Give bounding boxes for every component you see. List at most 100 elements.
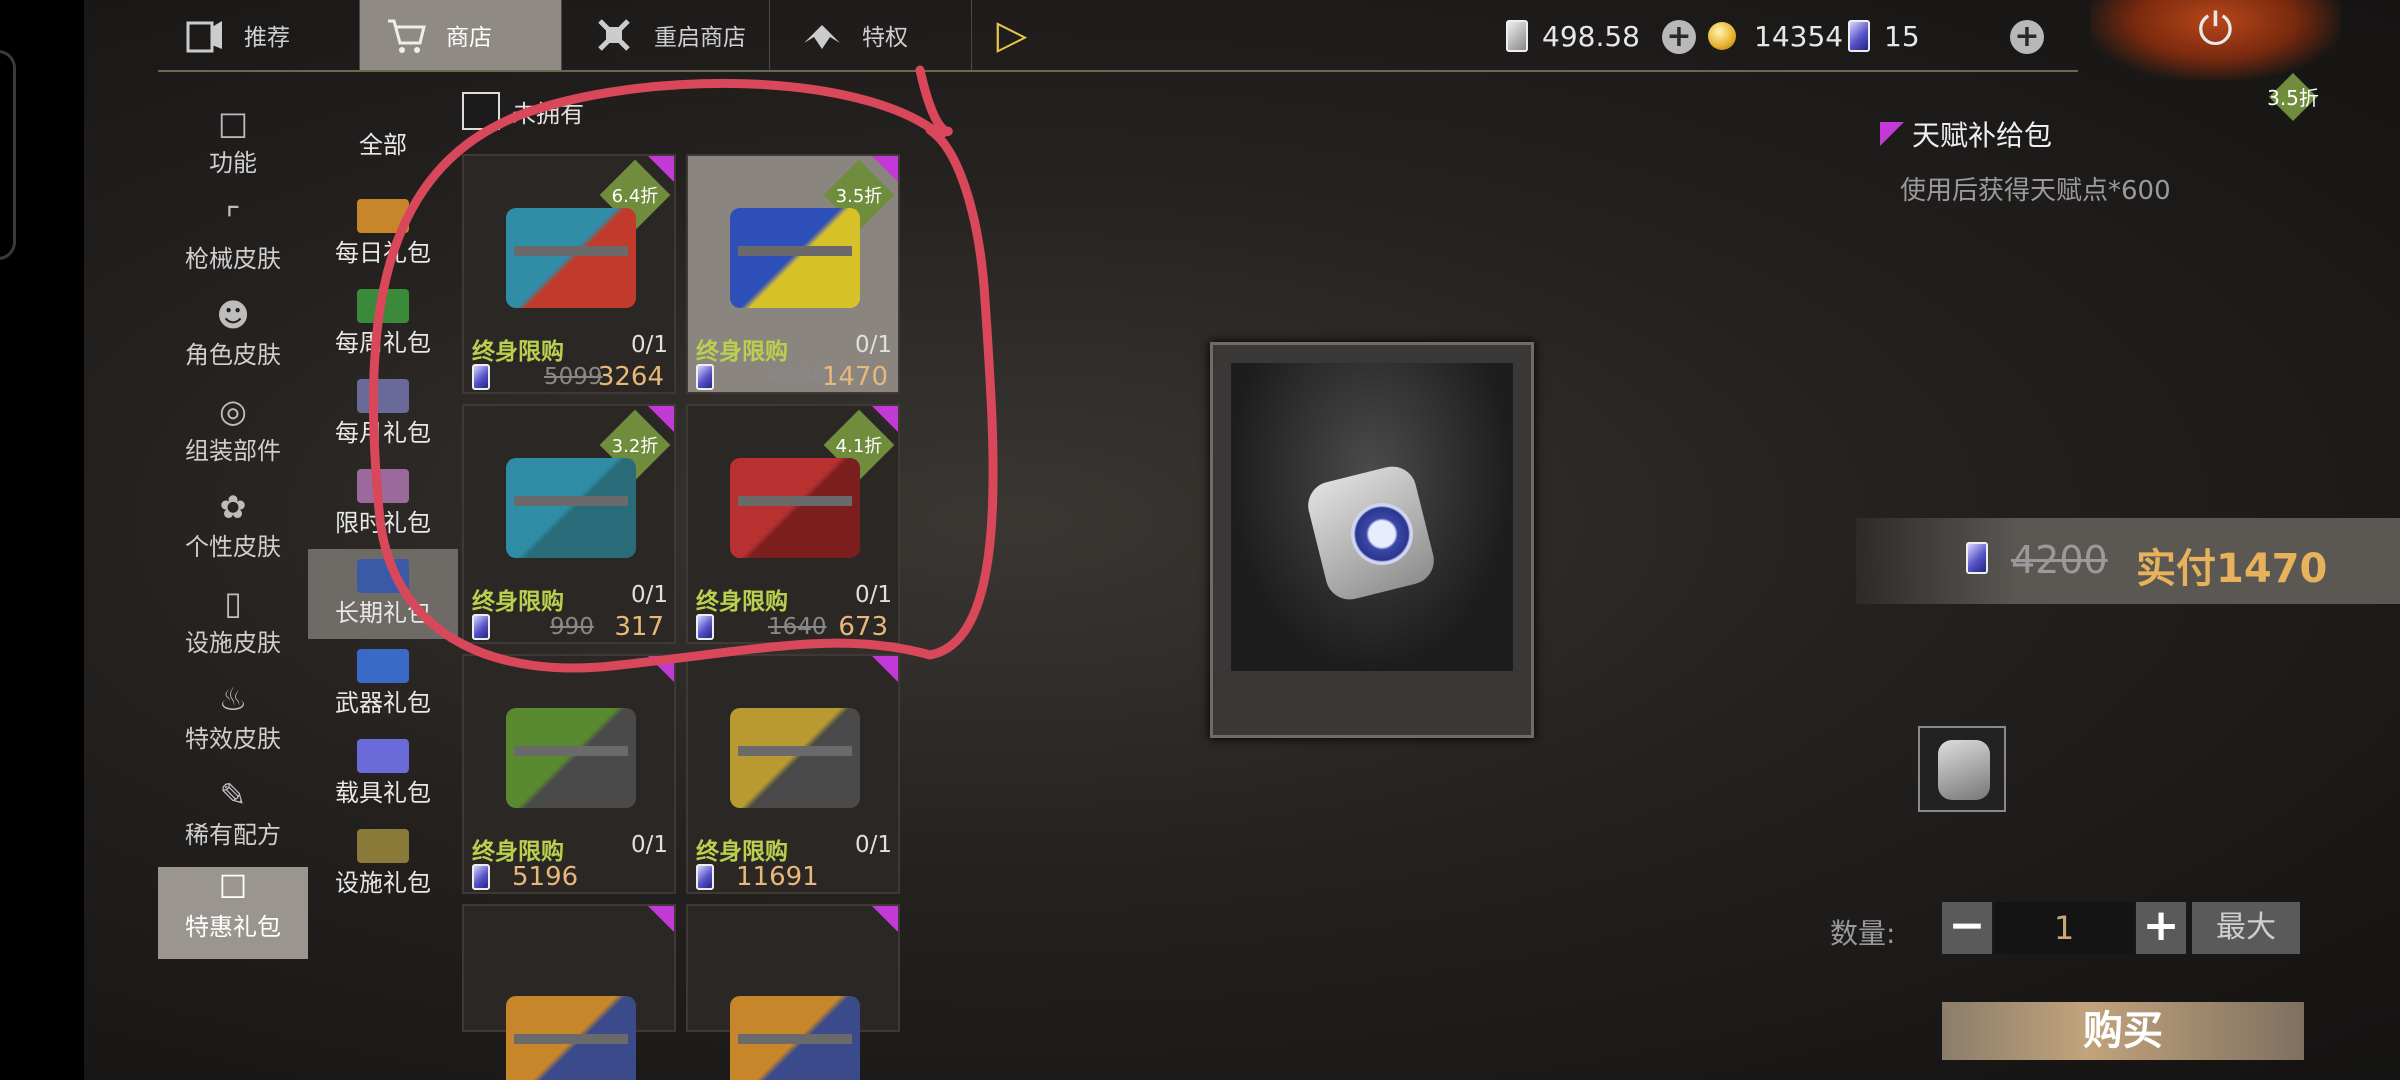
item-card[interactable]: 3.2折 终身限购 0/1 990 317 — [462, 404, 676, 644]
subcat-label: 载具礼包 — [335, 779, 431, 807]
category-label: 角色皮肤 — [185, 341, 281, 369]
purchase-count: 0/1 — [854, 832, 892, 858]
pack-description: 使用后获得天赋点*600 — [1900, 176, 2171, 206]
chest-icon — [357, 649, 409, 683]
buy-button[interactable]: 购买 — [1942, 1002, 2304, 1060]
pistol-icon: ⌜ — [225, 200, 241, 238]
subcat-vehicle[interactable]: 载具礼包 — [308, 739, 458, 829]
subcat-weapon[interactable]: 武器礼包 — [308, 649, 458, 739]
gem-icon — [696, 364, 714, 390]
quantity-input[interactable]: 1 — [1994, 902, 2134, 954]
pack-title: 天赋补给包 — [1880, 114, 2052, 154]
category-label: 设施皮肤 — [185, 629, 281, 657]
pay-price: 实付1470 — [2136, 546, 2328, 592]
category-parts[interactable]: ◎ 组装部件 — [158, 391, 308, 487]
unowned-filter[interactable]: 未拥有 — [462, 92, 584, 130]
category-special-gift[interactable]: ☐ 特惠礼包 — [158, 867, 308, 959]
gem-icon — [472, 864, 490, 890]
sale-price: 673 — [838, 612, 888, 642]
privilege-icon — [804, 25, 840, 49]
item-preview — [1210, 342, 1534, 738]
subcat-all[interactable]: 全部 — [308, 125, 458, 185]
subcat-daily[interactable]: 每日礼包 — [308, 199, 458, 289]
category-character-skin[interactable]: ☻ 角色皮肤 — [158, 295, 308, 391]
add-premium-button[interactable]: + — [1662, 20, 1696, 54]
category-label: 稀有配方 — [185, 821, 281, 849]
quantity-max-button[interactable]: 最大 — [2192, 902, 2300, 954]
ticket-amount: 15 — [1884, 19, 1920, 53]
tab-privilege[interactable]: 特权 — [770, 0, 972, 70]
purchase-limit: 终身限购 — [472, 839, 564, 865]
gift-icon: ☐ — [218, 868, 248, 906]
subcat-label: 武器礼包 — [335, 689, 431, 717]
play-arrow-icon[interactable]: ▷ — [972, 0, 1052, 70]
discount-badge: 3.5折 — [2267, 72, 2319, 122]
subcat-label: 长期礼包 — [335, 599, 431, 627]
purchase-limit: 终身限购 — [696, 839, 788, 865]
purchase-count: 0/1 — [630, 832, 668, 858]
purchase-limit: 终身限购 — [472, 589, 564, 615]
add-ticket-button[interactable]: + — [2010, 20, 2044, 54]
card-currency-icon — [1506, 20, 1528, 52]
purchase-count: 0/1 — [630, 582, 668, 608]
purchase-count: 0/1 — [630, 332, 668, 358]
original-price: 1640 — [768, 614, 827, 640]
item-card[interactable]: 终身限购 0/1 5196 — [462, 654, 676, 894]
original-price: 4200 — [2011, 538, 2108, 582]
sale-price: 317 — [614, 612, 664, 642]
tab-restart-shop[interactable]: 重启商店 — [562, 0, 770, 70]
power-button[interactable]: ⏻ — [2090, 0, 2340, 80]
dog-tag-emblem — [1351, 503, 1413, 565]
item-card[interactable]: 3.5折 终身限购 0/1 4200 1470 — [686, 154, 900, 394]
game-shop-screen: 推荐 商店 重启商店 特权 ▷ 498.58 + 14354 15 + ⏻ □ 功… — [0, 0, 2400, 1080]
category-effect-skin[interactable]: ♨ 特效皮肤 — [158, 679, 308, 775]
subcat-weekly[interactable]: 每周礼包 — [308, 289, 458, 379]
purchase-limit: 终身限购 — [472, 339, 564, 365]
restart-shop-icon — [598, 19, 630, 51]
category-label: 枪械皮肤 — [185, 245, 281, 273]
category-rare-formula[interactable]: ✎ 稀有配方 — [158, 775, 308, 871]
phone-bezel — [0, 0, 84, 1080]
chest-image — [506, 208, 636, 308]
chest-icon — [357, 559, 409, 593]
subcat-facility[interactable]: 设施礼包 — [308, 829, 458, 919]
premium-currency: 498.58 — [1506, 14, 1640, 58]
category-gun-skin[interactable]: ⌜ 枪械皮肤 — [158, 199, 308, 295]
item-card[interactable]: 6.4折 终身限购 0/1 5099 3264 — [462, 154, 676, 394]
chest-icon — [357, 829, 409, 863]
sale-price: 11691 — [736, 862, 819, 892]
subcat-label: 全部 — [359, 131, 407, 159]
premium-amount: 498.58 — [1542, 19, 1640, 53]
subcat-label: 限时礼包 — [335, 509, 431, 537]
category-personal-skin[interactable]: ✿ 个性皮肤 — [158, 487, 308, 583]
chest-icon — [357, 379, 409, 413]
gem-icon — [1966, 542, 1988, 574]
purchase-limit: 终身限购 — [696, 339, 788, 365]
unowned-checkbox[interactable] — [462, 92, 500, 130]
recommend-icon — [186, 21, 222, 53]
subcat-longterm[interactable]: 长期礼包 — [308, 549, 458, 639]
chest-image — [730, 208, 860, 308]
content-item-thumbnail[interactable] — [1918, 726, 2006, 812]
item-card[interactable] — [462, 904, 676, 1080]
tab-shop[interactable]: 商店 — [360, 0, 562, 70]
top-nav-bar: 推荐 商店 重启商店 特权 ▷ 498.58 + 14354 15 + — [158, 0, 2078, 72]
category-function[interactable]: □ 功能 — [158, 103, 308, 199]
discount-text: 6.4折 — [611, 186, 659, 207]
coin-amount: 14354 — [1754, 19, 1844, 53]
item-card[interactable] — [686, 904, 900, 1080]
quantity-decrease-button[interactable]: − — [1942, 902, 1992, 954]
subcat-monthly[interactable]: 每月礼包 — [308, 379, 458, 469]
item-card[interactable]: 4.1折 终身限购 0/1 1640 673 — [686, 404, 900, 644]
purchase-limit: 终身限购 — [696, 589, 788, 615]
quantity-increase-button[interactable]: + — [2136, 902, 2186, 954]
subcat-limited[interactable]: 限时礼包 — [308, 469, 458, 559]
discount-text: 3.2折 — [611, 436, 659, 457]
item-card[interactable]: 终身限购 0/1 11691 — [686, 654, 900, 894]
rarity-corner — [648, 906, 674, 932]
category-facility-skin[interactable]: ▯ 设施皮肤 — [158, 583, 308, 679]
subcat-label: 每周礼包 — [335, 329, 431, 357]
tab-recommend[interactable]: 推荐 — [158, 0, 360, 70]
tab-label: 商店 — [446, 25, 492, 51]
gem-icon — [472, 364, 490, 390]
